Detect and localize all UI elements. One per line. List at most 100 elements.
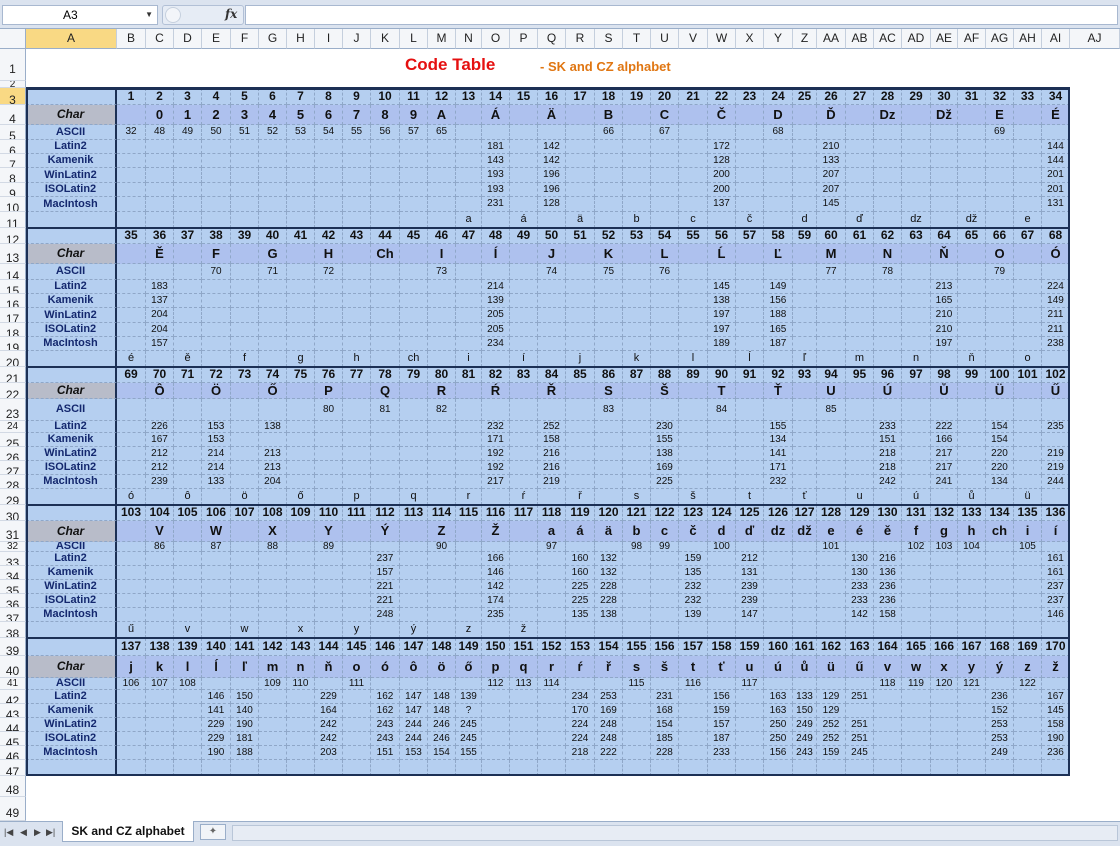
code-cell[interactable]: [315, 608, 343, 622]
code-cell[interactable]: [566, 294, 595, 308]
code-cell[interactable]: [846, 542, 874, 552]
lowercase-cell[interactable]: ü: [1014, 489, 1042, 505]
number-cell[interactable]: 98: [931, 367, 958, 383]
code-cell[interactable]: [679, 690, 708, 704]
number-cell[interactable]: 48: [482, 228, 510, 244]
lowercase-cell[interactable]: é: [117, 351, 146, 367]
char-cell[interactable]: [736, 244, 764, 264]
code-cell[interactable]: [1042, 399, 1070, 421]
number-cell[interactable]: 41: [287, 228, 315, 244]
code-cell[interactable]: [343, 552, 371, 566]
code-cell[interactable]: [456, 125, 482, 140]
code-cell[interactable]: [736, 447, 764, 461]
number-cell[interactable]: 69: [117, 367, 146, 383]
number-cell[interactable]: 60: [817, 228, 846, 244]
code-cell[interactable]: [400, 475, 428, 489]
code-cell[interactable]: [146, 154, 174, 168]
code-cell[interactable]: [510, 580, 538, 594]
char-cell[interactable]: b: [623, 521, 651, 542]
code-cell[interactable]: [231, 197, 259, 212]
char-cell[interactable]: [117, 105, 146, 125]
code-cell[interactable]: [1042, 433, 1070, 447]
code-cell[interactable]: 189: [708, 337, 736, 351]
code-cell[interactable]: [343, 704, 371, 718]
code-cell[interactable]: [428, 552, 456, 566]
code-cell[interactable]: 139: [482, 294, 510, 308]
code-cell[interactable]: 122: [1014, 678, 1042, 690]
code-cell[interactable]: [259, 608, 287, 622]
code-cell[interactable]: [902, 746, 931, 760]
code-cell[interactable]: [231, 580, 259, 594]
code-cell[interactable]: [623, 732, 651, 746]
lowercase-cell[interactable]: [315, 622, 343, 638]
char-cell[interactable]: ý: [986, 656, 1014, 678]
char-cell[interactable]: Ý: [371, 521, 400, 542]
lowercase-cell[interactable]: [400, 212, 428, 228]
lowercase-cell[interactable]: [1042, 489, 1070, 505]
lowercase-cell[interactable]: v: [174, 622, 202, 638]
code-cell[interactable]: [931, 594, 958, 608]
code-cell[interactable]: 128: [708, 154, 736, 168]
number-cell[interactable]: 143: [287, 638, 315, 656]
char-cell[interactable]: ě: [874, 521, 902, 542]
code-cell[interactable]: [874, 542, 902, 552]
lowercase-cell[interactable]: [986, 212, 1014, 228]
code-cell[interactable]: 251: [846, 732, 874, 746]
code-cell[interactable]: [1014, 323, 1042, 337]
code-cell[interactable]: [793, 447, 817, 461]
code-cell[interactable]: [931, 746, 958, 760]
code-cell[interactable]: [623, 690, 651, 704]
code-cell[interactable]: 133: [202, 475, 231, 489]
char-cell[interactable]: dž: [793, 521, 817, 542]
lowercase-cell[interactable]: [679, 760, 708, 776]
code-cell[interactable]: 168: [651, 704, 679, 718]
code-cell[interactable]: 216: [538, 461, 566, 475]
code-cell[interactable]: [400, 608, 428, 622]
code-cell[interactable]: [538, 125, 566, 140]
code-cell[interactable]: [117, 337, 146, 351]
number-cell[interactable]: 22: [708, 88, 736, 105]
code-cell[interactable]: 144: [1042, 154, 1070, 168]
code-cell[interactable]: 116: [679, 678, 708, 690]
code-cell[interactable]: [400, 154, 428, 168]
code-cell[interactable]: [623, 264, 651, 280]
code-cell[interactable]: 130: [846, 552, 874, 566]
number-cell[interactable]: 164: [874, 638, 902, 656]
code-cell[interactable]: [846, 294, 874, 308]
char-cell[interactable]: 1: [174, 105, 202, 125]
code-cell[interactable]: [456, 280, 482, 294]
code-cell[interactable]: [117, 294, 146, 308]
code-cell[interactable]: [146, 594, 174, 608]
char-cell[interactable]: [117, 521, 146, 542]
code-cell[interactable]: [287, 542, 315, 552]
code-cell[interactable]: [510, 197, 538, 212]
code-cell[interactable]: [146, 552, 174, 566]
code-cell[interactable]: [371, 280, 400, 294]
code-cell[interactable]: [456, 566, 482, 580]
code-cell[interactable]: 212: [146, 461, 174, 475]
code-cell[interactable]: 222: [595, 746, 623, 760]
code-cell[interactable]: 213: [259, 447, 287, 461]
code-cell[interactable]: 48: [146, 125, 174, 140]
number-cell[interactable]: 93: [793, 367, 817, 383]
code-cell[interactable]: [958, 746, 986, 760]
code-cell[interactable]: [343, 140, 371, 154]
code-cell[interactable]: [1014, 125, 1042, 140]
lowercase-cell[interactable]: [958, 622, 986, 638]
number-cell[interactable]: 128: [817, 505, 846, 521]
code-cell[interactable]: [764, 608, 793, 622]
code-cell[interactable]: [793, 308, 817, 323]
char-cell[interactable]: [117, 383, 146, 399]
code-cell[interactable]: 142: [538, 140, 566, 154]
code-cell[interactable]: [231, 475, 259, 489]
number-cell[interactable]: 2: [146, 88, 174, 105]
code-cell[interactable]: 197: [708, 323, 736, 337]
code-cell[interactable]: [510, 732, 538, 746]
code-cell[interactable]: 81: [371, 399, 400, 421]
code-cell[interactable]: [736, 183, 764, 197]
code-cell[interactable]: 188: [231, 746, 259, 760]
code-cell[interactable]: 162: [371, 704, 400, 718]
encoding-label[interactable]: MacIntosh: [26, 608, 117, 622]
lowercase-cell[interactable]: ě: [174, 351, 202, 367]
code-cell[interactable]: [287, 154, 315, 168]
